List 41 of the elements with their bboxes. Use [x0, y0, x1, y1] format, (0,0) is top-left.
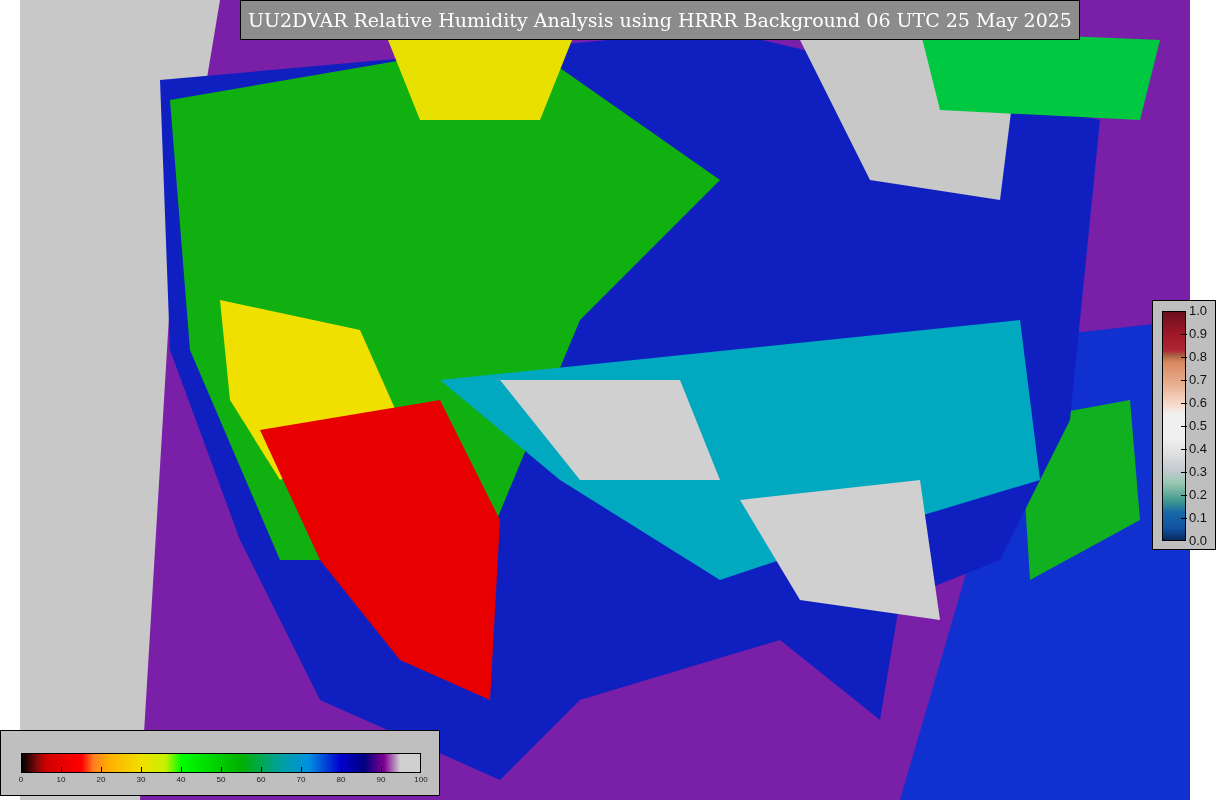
tick-mark — [381, 767, 382, 773]
tick-label: 50 — [216, 775, 226, 785]
tick-mark — [101, 767, 102, 773]
tick-mark — [1181, 380, 1187, 381]
tick-mark — [261, 767, 262, 773]
tick-label: 0.6 — [1189, 396, 1208, 410]
tick-label: 30 — [136, 775, 146, 785]
tick-label: 0 — [18, 775, 24, 785]
tick-mark — [301, 767, 302, 773]
tick-label: 80 — [336, 775, 346, 785]
tick-mark — [181, 767, 182, 773]
tick-label: 60 — [256, 775, 266, 785]
tick-mark — [1181, 495, 1187, 496]
tick-label: 0.1 — [1189, 511, 1208, 525]
tick-mark — [341, 767, 342, 773]
tick-mark — [141, 767, 142, 773]
tick-label: 70 — [296, 775, 306, 785]
tick-label: 40 — [176, 775, 186, 785]
tick-label: 0.2 — [1189, 488, 1208, 502]
tick-mark — [61, 767, 62, 773]
tick-label: 0.0 — [1189, 534, 1208, 548]
tick-label: 0.9 — [1189, 327, 1208, 341]
tick-mark — [1181, 472, 1187, 473]
tick-label: 0.3 — [1189, 465, 1208, 479]
tick-label: 100 — [414, 775, 428, 785]
tick-label: 10 — [56, 775, 66, 785]
tick-label: 0.7 — [1189, 373, 1208, 387]
tick-label: 90 — [376, 775, 386, 785]
tick-mark — [1181, 518, 1187, 519]
tick-label: 1.0 — [1189, 304, 1208, 318]
tick-mark — [1181, 449, 1187, 450]
tick-mark — [1181, 334, 1187, 335]
tick-mark — [1181, 403, 1187, 404]
tick-mark — [1181, 426, 1187, 427]
map-title: UU2DVAR Relative Humidity Analysis using HRRR Background 06 UTC 25 May 2025 — [240, 0, 1080, 40]
tick-label: 0.8 — [1189, 350, 1208, 364]
tick-mark — [221, 767, 222, 773]
tick-label: 0.5 — [1189, 419, 1208, 433]
tick-label: 0.4 — [1189, 442, 1208, 456]
tick-label: 20 — [96, 775, 106, 785]
tick-mark — [1181, 357, 1187, 358]
